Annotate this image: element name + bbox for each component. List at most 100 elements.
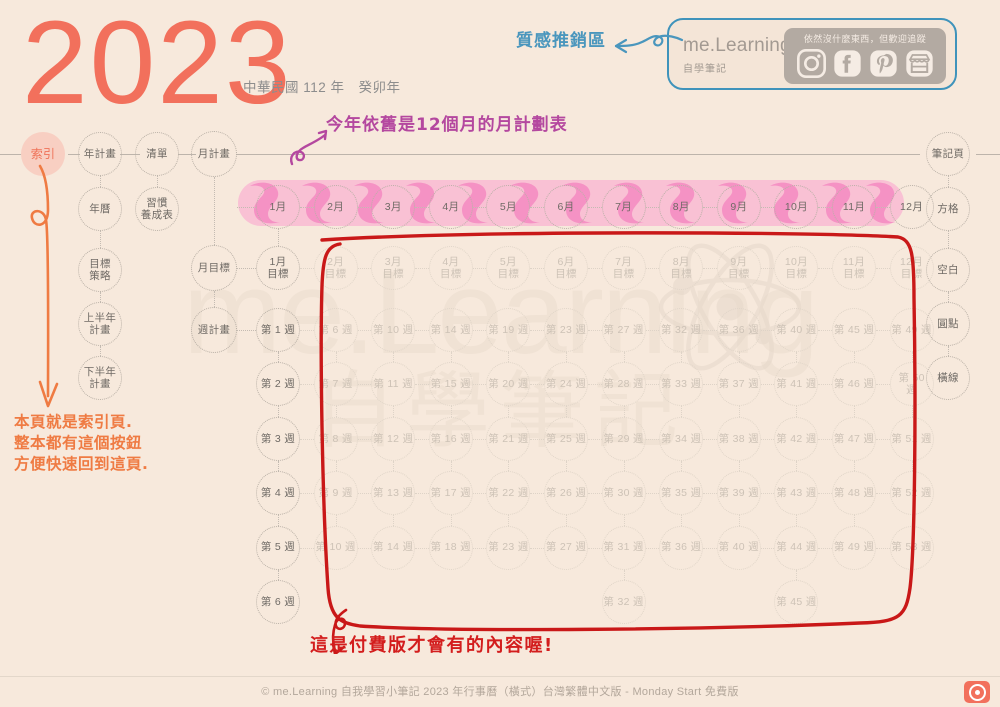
pinterest-icon[interactable] [868,48,899,79]
month-goal-node-6[interactable]: 6月 目標 [544,246,588,290]
week-node-r3-c6[interactable]: 第 25 週 [544,416,588,461]
week-node-r4-c7[interactable]: 第 30 週 [601,471,646,516]
month-node-4[interactable]: 4月 [428,185,473,229]
month-goal-node-5[interactable]: 5月 目標 [486,246,531,290]
week-node-r5-c8[interactable]: 第 36 週 [659,525,704,570]
month-node-11[interactable]: 11月 [832,185,876,229]
week-node-r5-c3[interactable]: 第 14 週 [371,525,416,570]
week-node-r6-c10[interactable]: 第 45 週 [774,580,819,624]
month-goal-node-9[interactable]: 9月 目標 [716,246,761,290]
row-label-month-plan[interactable]: 月計畫 [191,131,237,177]
week-node-r4-c12[interactable]: 第 52 週 [889,471,934,516]
week-node-r3-c1[interactable]: 第 3 週 [256,416,300,461]
nav-node-1[interactable]: 年計畫 [78,132,122,176]
week-node-r6-c7[interactable]: 第 32 週 [601,580,646,624]
week-node-r2-c8[interactable]: 第 33 週 [659,362,704,407]
week-node-r5-c9[interactable]: 第 40 週 [716,525,761,570]
month-goal-node-2[interactable]: 2月 目標 [313,246,358,290]
week-node-r1-c5[interactable]: 第 19 週 [486,308,531,352]
week-node-r2-c2[interactable]: 第 7 週 [313,362,358,407]
month-node-2[interactable]: 2月 [313,185,358,229]
month-goal-node-4[interactable]: 4月 目標 [428,246,473,290]
row-label-week-plan[interactable]: 週計畫 [191,307,237,353]
week-node-r2-c7[interactable]: 第 28 週 [601,362,646,407]
week-node-r2-c6[interactable]: 第 24 週 [544,362,588,407]
month-node-10[interactable]: 10月 [774,185,819,229]
month-node-1[interactable]: 1月 [256,185,300,229]
week-node-r5-c6[interactable]: 第 27 週 [544,525,588,570]
nav-node-4[interactable]: 上半年 計畫 [78,302,122,346]
week-node-r1-c11[interactable]: 第 45 週 [832,308,876,352]
instagram-icon[interactable] [796,48,827,79]
week-node-r1-c9[interactable]: 第 36 週 [716,308,761,352]
nav-node-2[interactable]: 年曆 [78,187,122,231]
week-node-r5-c5[interactable]: 第 23 週 [486,525,531,570]
week-node-r1-c7[interactable]: 第 27 週 [601,308,646,352]
month-node-7[interactable]: 7月 [601,185,646,229]
week-node-r4-c9[interactable]: 第 39 週 [716,471,761,516]
week-node-r4-c10[interactable]: 第 43 週 [774,471,819,516]
nav-node-list-2[interactable]: 習慣 養成表 [135,187,179,231]
footer-record-badge[interactable] [964,681,990,703]
month-goal-node-1[interactable]: 1月 目標 [256,246,300,290]
week-node-r5-c12[interactable]: 第 53 週 [889,525,934,570]
month-goal-node-8[interactable]: 8月 目標 [659,246,704,290]
week-node-r4-c5[interactable]: 第 22 週 [486,471,531,516]
month-node-8[interactable]: 8月 [659,185,704,229]
right-nav-node-1[interactable]: 筆記頁 [926,132,970,176]
week-node-r2-c11[interactable]: 第 46 週 [832,362,876,407]
nav-node-list-1[interactable]: 清單 [135,132,179,176]
right-nav-node-4[interactable]: 圓點 [926,302,970,346]
week-node-r1-c10[interactable]: 第 40 週 [774,308,819,352]
month-node-6[interactable]: 6月 [544,185,588,229]
month-goal-node-10[interactable]: 10月 目標 [774,246,819,290]
week-node-r5-c11[interactable]: 第 49 週 [832,525,876,570]
week-node-r4-c6[interactable]: 第 26 週 [544,471,588,516]
week-node-r1-c8[interactable]: 第 32 週 [659,308,704,352]
week-node-r1-c6[interactable]: 第 23 週 [544,308,588,352]
right-nav-node-2[interactable]: 方格 [926,187,970,231]
shop-icon[interactable] [904,48,935,79]
nav-node-3[interactable]: 目標 策略 [78,248,122,292]
week-node-r1-c4[interactable]: 第 14 週 [428,308,473,352]
week-node-r5-c1[interactable]: 第 5 週 [256,525,300,570]
week-node-r3-c5[interactable]: 第 21 週 [486,416,531,461]
week-node-r3-c10[interactable]: 第 42 週 [774,416,819,461]
week-node-r3-c7[interactable]: 第 29 週 [601,416,646,461]
week-node-r5-c10[interactable]: 第 44 週 [774,525,819,570]
week-node-r3-c12[interactable]: 第 51 週 [889,416,934,461]
week-node-r2-c5[interactable]: 第 20 週 [486,362,531,407]
week-node-r4-c1[interactable]: 第 4 週 [256,471,300,516]
right-nav-node-3[interactable]: 空白 [926,248,970,292]
right-nav-node-5[interactable]: 橫線 [926,356,970,400]
week-node-r3-c2[interactable]: 第 8 週 [313,416,358,461]
week-node-r3-c9[interactable]: 第 38 週 [716,416,761,461]
week-node-r4-c11[interactable]: 第 48 週 [832,471,876,516]
week-node-r4-c8[interactable]: 第 35 週 [659,471,704,516]
week-node-r3-c11[interactable]: 第 47 週 [832,416,876,461]
week-node-r4-c3[interactable]: 第 13 週 [371,471,416,516]
week-node-r3-c4[interactable]: 第 16 週 [428,416,473,461]
week-node-r2-c9[interactable]: 第 37 週 [716,362,761,407]
week-node-r5-c4[interactable]: 第 18 週 [428,525,473,570]
week-node-r6-c1[interactable]: 第 6 週 [256,580,300,624]
week-node-r3-c3[interactable]: 第 12 週 [371,416,416,461]
row-label-month-goal[interactable]: 月目標 [191,245,237,291]
facebook-icon[interactable] [832,48,863,79]
index-button[interactable]: 索引 [21,132,65,176]
week-node-r2-c1[interactable]: 第 2 週 [256,362,300,407]
week-node-r4-c4[interactable]: 第 17 週 [428,471,473,516]
month-goal-node-11[interactable]: 11月 目標 [832,246,876,290]
month-node-5[interactable]: 5月 [486,185,531,229]
week-node-r2-c3[interactable]: 第 11 週 [371,362,416,407]
week-node-r1-c1[interactable]: 第 1 週 [256,308,300,352]
week-node-r3-c8[interactable]: 第 34 週 [659,416,704,461]
week-node-r1-c2[interactable]: 第 6 週 [313,308,358,352]
week-node-r2-c10[interactable]: 第 41 週 [774,362,819,407]
week-node-r4-c2[interactable]: 第 9 週 [313,471,358,516]
week-node-r5-c2[interactable]: 第 10 週 [313,525,358,570]
nav-node-5[interactable]: 下半年 計畫 [78,356,122,400]
month-node-9[interactable]: 9月 [716,185,761,229]
week-node-r2-c4[interactable]: 第 15 週 [428,362,473,407]
month-goal-node-7[interactable]: 7月 目標 [601,246,646,290]
